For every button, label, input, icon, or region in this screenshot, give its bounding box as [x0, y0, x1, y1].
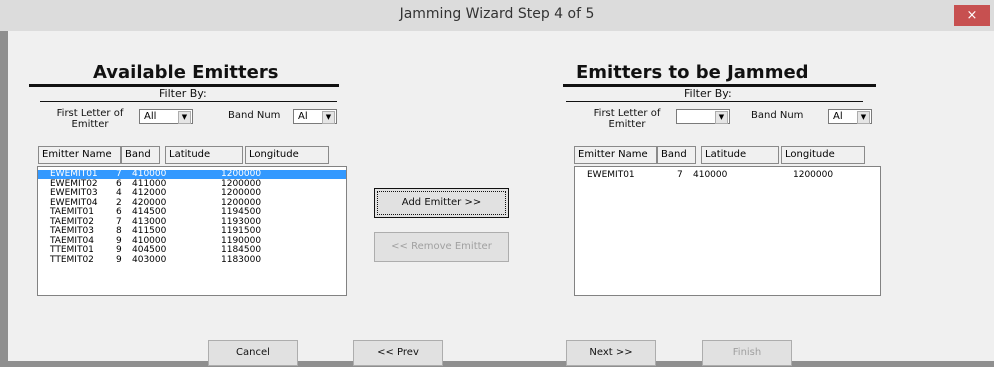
latitude-cell: 412000 [132, 188, 167, 198]
column-header-longitude: Longitude [781, 146, 865, 164]
column-header-latitude: Latitude [701, 146, 779, 164]
window-frame-left [0, 31, 8, 367]
left-table-header: Emitter Name Band Latitude Longitude [38, 146, 338, 164]
list-item[interactable]: EWEMIT03 4 412000 1200000 [38, 189, 346, 198]
available-emitters-title: Available Emitters [93, 62, 279, 83]
latitude-cell: 410000 [693, 170, 728, 180]
list-item[interactable]: EWEMIT01 7 410000 1200000 [575, 171, 880, 180]
window-title: Jamming Wizard Step 4 of 5 [399, 6, 595, 22]
right-band-num-dropdown[interactable]: Al ▼ [828, 109, 872, 124]
column-header-emitter-name: Emitter Name [38, 146, 121, 164]
longitude-cell: 1200000 [793, 170, 834, 180]
band-cell: 9 [116, 245, 122, 255]
latitude-cell: 410000 [132, 169, 167, 179]
emitter-name-cell: EWEMIT01 [587, 170, 635, 180]
band-cell: 8 [116, 226, 122, 236]
list-item[interactable]: TAEMIT01 6 414500 1194500 [38, 208, 346, 217]
emitter-name-cell: TAEMIT03 [50, 226, 95, 236]
column-header-band: Band [121, 146, 160, 164]
emitter-name-cell: TTEMIT02 [50, 254, 94, 265]
left-first-letter-value: All [144, 111, 157, 122]
longitude-cell: 1184500 [221, 245, 262, 255]
chevron-down-icon[interactable]: ▼ [178, 111, 191, 124]
right-first-letter-dropdown[interactable]: ▼ [676, 109, 730, 124]
emitter-name-cell: TTEMIT01 [50, 245, 94, 255]
close-icon[interactable]: × [954, 5, 990, 26]
cancel-button[interactable]: Cancel [208, 340, 298, 366]
emitter-name-cell: EWEMIT01 [50, 169, 98, 179]
emitter-name-cell: EWEMIT03 [50, 188, 98, 198]
column-header-latitude: Latitude [165, 146, 243, 164]
window-frame-bottom [8, 361, 994, 367]
left-band-num-value: Al [298, 111, 308, 122]
right-table-header: Emitter Name Band Latitude Longitude [574, 146, 874, 164]
prev-button[interactable]: << Prev [353, 340, 443, 366]
band-cell: 7 [116, 169, 122, 179]
list-item[interactable]: TTEMIT01 9 404500 1184500 [38, 246, 346, 255]
remove-emitter-button[interactable]: << Remove Emitter [374, 232, 509, 262]
column-header-emitter-name: Emitter Name [574, 146, 657, 164]
emitters-to-be-jammed-title: Emitters to be Jammed [576, 62, 809, 83]
latitude-cell: 403000 [132, 254, 167, 265]
chevron-down-icon[interactable]: ▼ [857, 111, 870, 124]
list-item[interactable]: TTEMIT02 9 403000 1183000 [38, 254, 346, 265]
band-cell: 4 [116, 188, 122, 198]
right-band-num-value: Al [833, 111, 843, 122]
longitude-cell: 1191500 [221, 226, 262, 236]
emitter-name-cell: TAEMIT01 [50, 207, 95, 217]
latitude-cell: 414500 [132, 207, 167, 217]
next-button[interactable]: Next >> [566, 340, 656, 366]
add-emitter-button[interactable]: Add Emitter >> [374, 188, 509, 218]
finish-button[interactable]: Finish [702, 340, 792, 366]
band-cell: 9 [116, 254, 122, 265]
column-header-longitude: Longitude [245, 146, 329, 164]
left-filter-by-label: Filter By: [159, 87, 207, 100]
latitude-cell: 411500 [132, 226, 167, 236]
list-item[interactable]: EWEMIT01 7 410000 1200000 [38, 170, 346, 179]
right-first-letter-label: First Letter of Emitter [593, 108, 661, 130]
chevron-down-icon[interactable]: ▼ [322, 111, 335, 124]
longitude-cell: 1183000 [221, 254, 262, 265]
emitters-to-be-jammed-list[interactable]: EWEMIT01 7 410000 1200000 [574, 166, 881, 296]
column-header-band: Band [657, 146, 696, 164]
band-cell: 6 [116, 207, 122, 217]
chevron-down-icon[interactable]: ▼ [715, 111, 728, 124]
latitude-cell: 404500 [132, 245, 167, 255]
title-bar: Jamming Wizard Step 4 of 5 × [0, 0, 994, 31]
right-band-num-label: Band Num [751, 110, 804, 121]
longitude-cell: 1200000 [221, 169, 262, 179]
left-band-num-dropdown[interactable]: Al ▼ [293, 109, 337, 124]
left-filter-rule [40, 101, 337, 102]
longitude-cell: 1194500 [221, 207, 262, 217]
list-item[interactable]: TAEMIT03 8 411500 1191500 [38, 227, 346, 236]
left-first-letter-dropdown[interactable]: All ▼ [139, 109, 193, 124]
right-filter-by-label: Filter By: [684, 87, 732, 100]
right-filter-rule [566, 101, 863, 102]
left-first-letter-label: First Letter of Emitter [56, 108, 124, 130]
left-band-num-label: Band Num [228, 110, 281, 121]
longitude-cell: 1200000 [221, 188, 262, 198]
available-emitters-list[interactable]: EWEMIT01 7 410000 1200000 EWEMIT02 6 411000 120… [37, 166, 347, 296]
jamming-wizard-window: Jamming Wizard Step 4 of 5 × Available E… [0, 0, 994, 367]
band-cell: 7 [677, 170, 683, 180]
